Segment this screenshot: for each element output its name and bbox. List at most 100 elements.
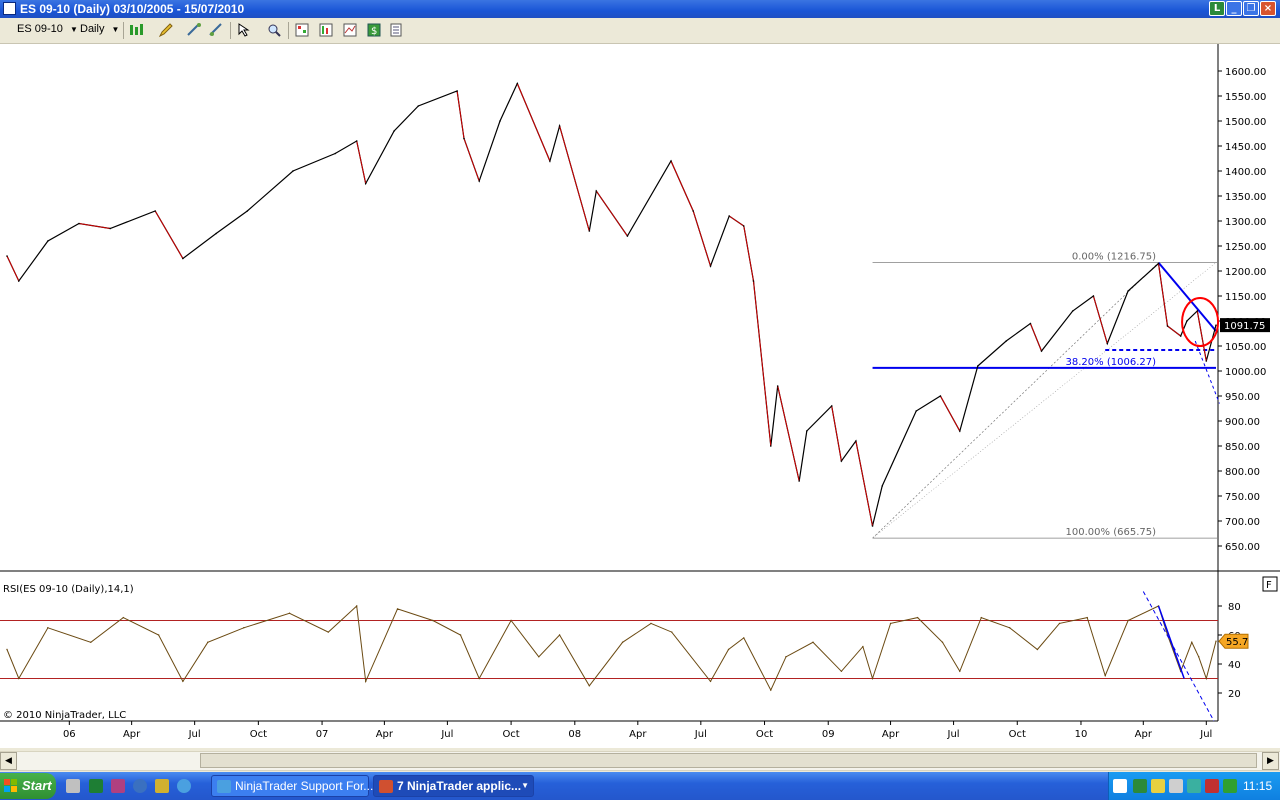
chart-toolbar: ES 09-10 ▼ Daily ▼ $ — [0, 18, 1280, 44]
price-point — [463, 137, 465, 140]
scrollbar-thumb[interactable] — [200, 753, 1257, 768]
rsi-point — [862, 645, 864, 648]
strategies-icon[interactable] — [318, 22, 334, 38]
ninja-link-icon[interactable]: L — [1209, 1, 1225, 16]
price-point — [1106, 342, 1109, 345]
price-point — [456, 90, 458, 92]
price-point — [588, 230, 591, 232]
desktop-icon[interactable] — [66, 779, 80, 793]
instrument-selector[interactable]: ES 09-10 ▼ — [17, 23, 78, 35]
price-point — [154, 210, 156, 212]
indicator-tool-icon[interactable] — [208, 22, 224, 38]
panel-float-icon: F — [1266, 580, 1272, 591]
clock: 11:15 — [1243, 779, 1273, 793]
rsi-point — [182, 680, 184, 683]
scroll-right-button[interactable]: ▶ — [1262, 752, 1279, 770]
rsi-trendlines[interactable] — [1142, 591, 1215, 722]
taskbar-item-ninjatrader[interactable]: 7 NinjaTrader applic... ▼ — [373, 775, 534, 797]
excel-icon[interactable] — [89, 779, 103, 793]
ninjatrader-icon — [379, 780, 393, 793]
time-tick-label: Jul — [188, 729, 201, 740]
scrollbar-row: ◀ ▶ — [0, 748, 1280, 772]
rsi-point — [1197, 656, 1200, 658]
rsi-point — [459, 634, 462, 636]
chart-canvas[interactable]: 1600.00 1550.00 1500.00 1450.00 1400.00 1350.… — [0, 44, 1280, 748]
price-point — [692, 210, 695, 212]
dollar-icon[interactable]: $ — [366, 22, 382, 38]
rsi-point — [727, 648, 730, 651]
shield-icon[interactable] — [1151, 779, 1165, 793]
start-button[interactable]: Start — [0, 773, 56, 799]
rsi-point — [396, 608, 399, 610]
media-player-icon[interactable] — [133, 779, 147, 793]
chart-area[interactable]: 1600.00 1550.00 1500.00 1450.00 1400.00 1350.… — [0, 44, 1280, 748]
rsi-point — [671, 631, 673, 633]
app-icon — [3, 2, 16, 15]
browser-icon[interactable] — [177, 779, 191, 793]
wireless-icon[interactable] — [1223, 779, 1237, 793]
window-title: ES 09-10 (Daily) 03/10/2005 - 15/07/2010 — [20, 2, 245, 16]
time-tick-label: 10 — [1075, 729, 1088, 740]
interval-label: Daily — [80, 23, 105, 35]
rsi-point — [1036, 648, 1039, 651]
rsi-point — [1205, 677, 1208, 680]
security-alert-icon[interactable] — [1205, 779, 1219, 793]
maximize-button[interactable]: ❐ — [1243, 1, 1259, 16]
price-point — [1157, 262, 1160, 265]
rsi-point — [1215, 640, 1217, 642]
scroll-left-button[interactable]: ◀ — [0, 752, 17, 770]
price-tick-label: 650.00 — [1225, 542, 1260, 553]
price-point — [1215, 324, 1217, 326]
time-tick-label: Jul — [1199, 729, 1212, 740]
price-point — [246, 210, 249, 212]
ninja-tray-icon[interactable] — [1133, 779, 1147, 793]
price-point — [292, 170, 294, 172]
properties-icon[interactable] — [388, 22, 404, 38]
price-point — [1166, 325, 1169, 327]
price-point — [1196, 310, 1199, 312]
rsi-dashed-trendline[interactable] — [1142, 591, 1215, 722]
network-icon[interactable] — [1113, 779, 1127, 793]
time-tick-label: Oct — [1009, 729, 1026, 740]
price-point — [355, 140, 358, 142]
horizontal-scrollbar[interactable]: ◀ ▶ — [0, 751, 1280, 771]
rsi-y-axis: 80604020 — [1218, 602, 1241, 700]
rsi-point — [355, 605, 358, 607]
rsi-tick-label: 40 — [1228, 660, 1241, 671]
rsi-last-value-label: 55.7 — [1226, 637, 1248, 648]
time-tick-label: Oct — [502, 729, 519, 740]
rsi-solid-trendline[interactable] — [1157, 605, 1185, 679]
minimize-button[interactable]: _ — [1226, 1, 1242, 16]
time-tick-label: Apr — [376, 729, 394, 740]
rsi-point — [207, 641, 209, 643]
rsi-point — [1058, 622, 1061, 625]
search-icon[interactable] — [155, 779, 169, 793]
price-point — [109, 227, 111, 230]
display-icon[interactable] — [1187, 779, 1201, 793]
time-tick-label: 07 — [316, 729, 329, 740]
price-tick-label: 750.00 — [1225, 492, 1260, 503]
price-point — [1127, 290, 1129, 292]
bar-type-icon[interactable] — [128, 22, 144, 38]
price-point — [516, 82, 519, 85]
price-point — [558, 125, 561, 127]
drawing-tool-icon[interactable] — [186, 22, 202, 38]
rsi-point — [812, 641, 814, 643]
taskbar-item-support-forum[interactable]: NinjaTrader Support For... — [211, 775, 373, 797]
price-tick-label: 1600.00 — [1225, 67, 1266, 78]
toolbar-separator — [288, 22, 289, 39]
price-panel[interactable] — [0, 44, 1218, 571]
app-icon[interactable] — [111, 779, 125, 793]
close-button[interactable]: × — [1260, 1, 1276, 16]
price-point — [393, 130, 395, 132]
cursor-icon[interactable] — [236, 22, 252, 38]
price-point — [626, 235, 629, 237]
interval-selector[interactable]: Daily ▼ — [80, 23, 119, 35]
zoom-icon[interactable] — [266, 22, 282, 38]
indicators-icon[interactable] — [342, 22, 358, 38]
chart-trader-icon[interactable] — [294, 22, 310, 38]
price-tick-label: 700.00 — [1225, 517, 1260, 528]
pencil-icon[interactable] — [158, 22, 174, 38]
safely-remove-icon[interactable] — [1169, 779, 1183, 793]
price-point — [871, 525, 874, 527]
